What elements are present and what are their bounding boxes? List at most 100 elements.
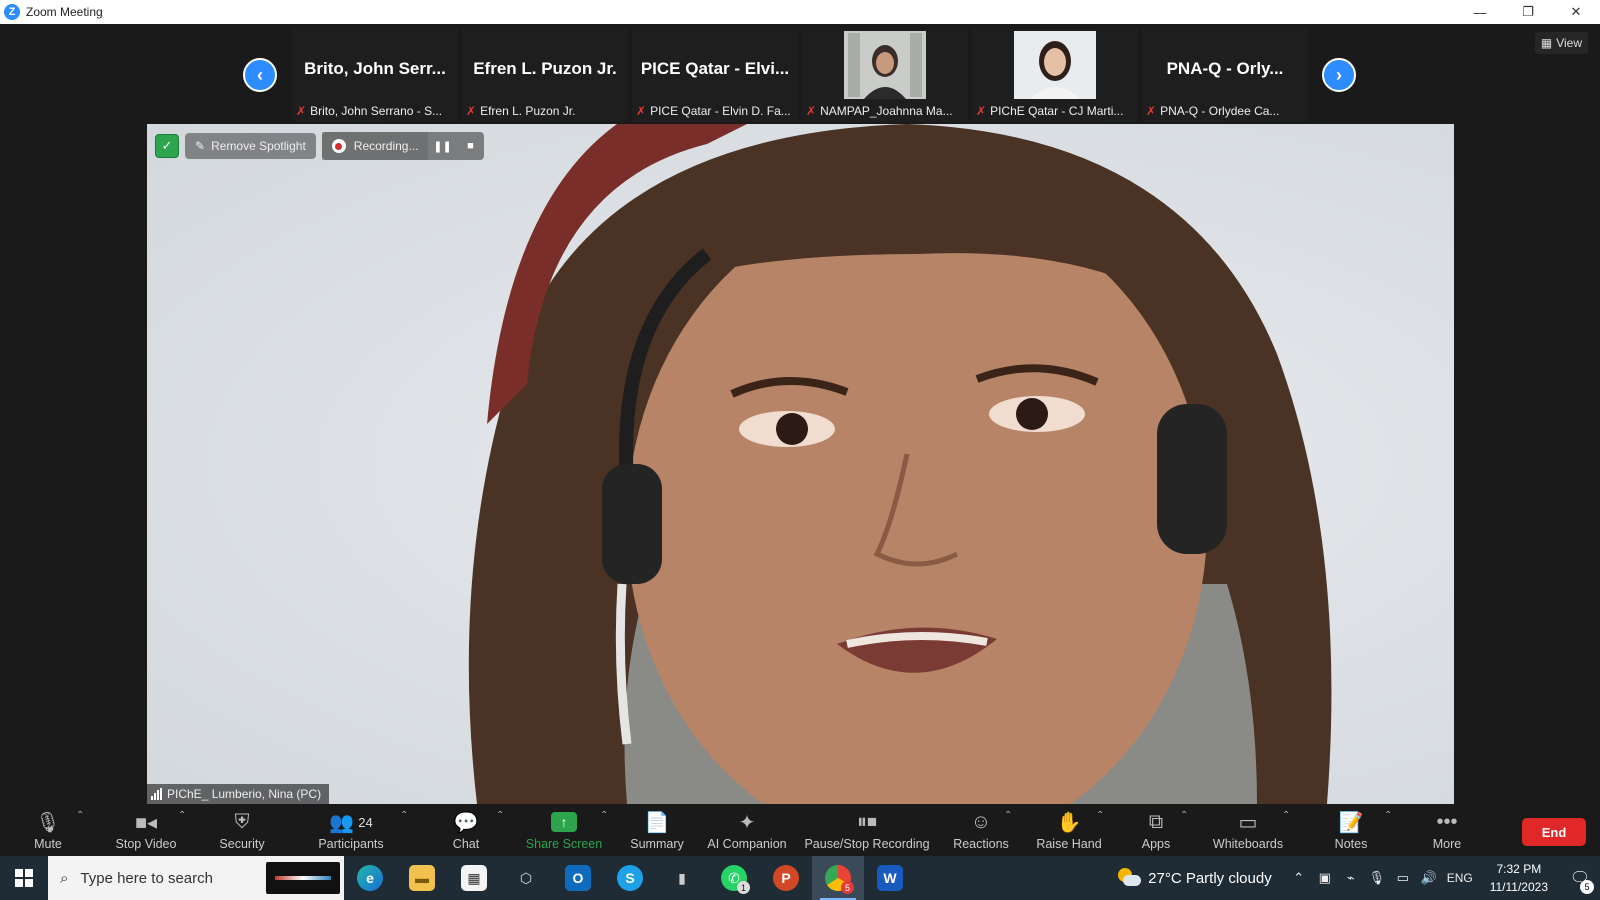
notification-count: 5	[1580, 880, 1594, 894]
view-button[interactable]: ▦ View	[1534, 32, 1588, 54]
clock-time: 7:32 PM	[1496, 862, 1542, 876]
chat-button[interactable]: 💬 Chat	[446, 804, 486, 856]
word-icon: W	[877, 865, 903, 891]
whiteboards-label: Whiteboards	[1212, 837, 1284, 851]
participant-big-name: PNA-Q - Orly...	[1166, 59, 1284, 78]
end-meeting-button[interactable]: End	[1522, 818, 1586, 846]
taskbar-outlook[interactable]: O	[552, 856, 604, 900]
language-indicator[interactable]: ENG	[1442, 871, 1478, 885]
grid-icon: ▦	[1540, 36, 1553, 50]
share-screen-icon: ↑	[551, 809, 577, 835]
taskbar-chrome[interactable]: 5	[812, 856, 864, 900]
apps-options-caret[interactable]: ⌃	[1180, 810, 1188, 821]
battery-icon[interactable]: ▭	[1390, 870, 1416, 886]
windows-logo-icon	[15, 869, 33, 887]
recording-dot-icon	[331, 139, 346, 153]
clock[interactable]: 7:32 PM 11/11/2023	[1478, 860, 1560, 896]
weather-text: 27°C Partly cloudy	[1148, 869, 1272, 887]
notes-icon: 📝	[1338, 811, 1364, 834]
participant-strip: ‹ Brito, John Serr... ✗ Brito, John Serra…	[0, 24, 1600, 124]
taskbar-whatsapp[interactable]: ✆ 1	[708, 856, 760, 900]
weather-widget[interactable]: 27°C Partly cloudy	[1102, 868, 1286, 888]
share-screen-label: Share Screen	[525, 837, 603, 851]
security-button[interactable]: ⛨ Security	[212, 804, 272, 856]
apps-button[interactable]: ⧉ Apps	[1136, 804, 1176, 856]
participant-tile[interactable]: Brito, John Serr... ✗ Brito, John Serrano…	[292, 29, 458, 122]
participant-name: PIChE Qatar - CJ Marti...	[990, 104, 1124, 118]
network-icon[interactable]: ⌁	[1338, 870, 1364, 886]
show-hidden-icons-chevron-icon[interactable]: ⌃	[1286, 870, 1312, 886]
reactions-button[interactable]: ☺ Reactions	[950, 804, 1012, 856]
summary-button[interactable]: 📄 Summary	[626, 804, 688, 856]
taskbar-file-explorer[interactable]: ▬	[396, 856, 448, 900]
participant-tile[interactable]: ✗ NAMPAP_Joahnna Ma...	[802, 29, 968, 122]
reactions-options-caret[interactable]: ⌃	[1004, 810, 1012, 821]
participant-tile[interactable]: PNA-Q - Orly... ✗ PNA-Q - Orlydee Ca...	[1142, 29, 1308, 122]
search-icon: ⌕	[60, 869, 69, 887]
signal-strength-icon	[151, 788, 162, 800]
participant-big-name: Efren L. Puzon Jr.	[473, 59, 617, 78]
strip-next-button[interactable]: ›	[1322, 58, 1356, 92]
notes-options-caret[interactable]: ⌃	[1384, 810, 1392, 821]
strip-prev-button[interactable]: ‹	[243, 58, 277, 92]
participant-name: NAMPAP_Joahnna Ma...	[820, 104, 953, 118]
more-button[interactable]: ••• More	[1426, 804, 1468, 856]
participant-label: ✗ PNA-Q - Orlydee Ca...	[1146, 102, 1306, 120]
participant-tile[interactable]: PICE Qatar - Elvi... ✗ PICE Qatar - Elvin…	[632, 29, 798, 122]
video-options-caret[interactable]: ⌃	[178, 810, 186, 821]
participant-tile[interactable]: ✗ PIChE Qatar - CJ Marti...	[972, 29, 1138, 122]
participant-big-name: Brito, John Serr...	[304, 59, 446, 78]
participant-label: ✗ PIChE Qatar - CJ Marti...	[976, 102, 1136, 120]
encryption-shield-icon[interactable]: ✓	[155, 134, 179, 158]
participant-video-thumb	[1014, 31, 1096, 99]
minimize-button[interactable]: —	[1456, 0, 1504, 24]
participants-options-caret[interactable]: ⌃	[400, 810, 408, 821]
taskbar-usb-app[interactable]: ▮	[656, 856, 708, 900]
stop-recording-button[interactable]: ■	[456, 132, 484, 160]
participant-video-thumb	[844, 31, 926, 99]
microphone-tray-icon[interactable]: 🎙	[1364, 870, 1390, 886]
whiteboards-options-caret[interactable]: ⌃	[1282, 810, 1290, 821]
share-options-caret[interactable]: ⌃	[600, 810, 608, 821]
taskbar-word[interactable]: W	[864, 856, 916, 900]
volume-icon[interactable]: 🔊	[1416, 870, 1442, 886]
start-button[interactable]	[0, 856, 48, 900]
share-screen-button[interactable]: ↑ Share Screen	[524, 804, 604, 856]
speaker-name-tag: PIChE_ Lumberio, Nina (PC)	[147, 784, 330, 804]
taskbar-store[interactable]: ▦	[448, 856, 500, 900]
meet-now-icon[interactable]: ▣	[1312, 870, 1338, 886]
hand-icon: ✋	[1056, 811, 1082, 834]
raise-hand-options-caret[interactable]: ⌃	[1096, 810, 1104, 821]
taskbar-search-box[interactable]: ⌕ Type here to search	[48, 856, 344, 900]
ellipsis-icon: •••	[1436, 810, 1458, 833]
taskbar-skype[interactable]: S	[604, 856, 656, 900]
restore-button[interactable]: ❐	[1504, 0, 1552, 24]
window-titlebar: Z Zoom Meeting — ❐ ✕	[0, 0, 1600, 24]
taskbar-edge[interactable]: e	[344, 856, 396, 900]
chat-options-caret[interactable]: ⌃	[496, 810, 504, 821]
window-controls: — ❐ ✕	[1456, 0, 1600, 24]
whiteboards-button[interactable]: ▭ Whiteboards	[1208, 804, 1288, 856]
zoom-logo-icon: Z	[4, 4, 20, 20]
taskbar-powerpoint[interactable]: P	[760, 856, 812, 900]
view-label: View	[1556, 36, 1582, 50]
mute-button[interactable]: 🎙 Mute	[26, 804, 70, 856]
pause-stop-recording-button[interactable]: ⏸⏹ Pause/Stop Recording	[802, 804, 932, 856]
notification-center-button[interactable]: 🗨 5	[1560, 856, 1600, 900]
taskbar-3d-app[interactable]: ⬡	[500, 856, 552, 900]
usb-drive-icon: ▮	[678, 869, 686, 886]
meeting-toolbar: 🎙 Mute ⌃ ■◂ Stop Video ⌃ ⛨ Security 👥 24 …	[0, 804, 1600, 856]
audio-options-caret[interactable]: ⌃	[76, 810, 84, 821]
raise-hand-button[interactable]: ✋ Raise Hand	[1034, 804, 1104, 856]
mic-muted-icon: ✗	[466, 104, 477, 118]
pause-recording-button[interactable]: ❚❚	[428, 132, 456, 160]
participant-tile[interactable]: Efren L. Puzon Jr. ✗ Efren L. Puzon Jr.	[462, 29, 628, 122]
participant-name: PNA-Q - Orlydee Ca...	[1160, 104, 1280, 118]
clock-date: 11/11/2023	[1489, 880, 1548, 894]
participants-button[interactable]: 👥 24 Participants	[312, 804, 390, 856]
ai-companion-button[interactable]: ✦ AI Companion	[704, 804, 790, 856]
close-button[interactable]: ✕	[1552, 0, 1600, 24]
stop-video-button[interactable]: ■◂ Stop Video	[110, 804, 182, 856]
remove-spotlight-button[interactable]: ✎ Remove Spotlight	[185, 133, 316, 159]
notes-button[interactable]: 📝 Notes	[1330, 804, 1372, 856]
